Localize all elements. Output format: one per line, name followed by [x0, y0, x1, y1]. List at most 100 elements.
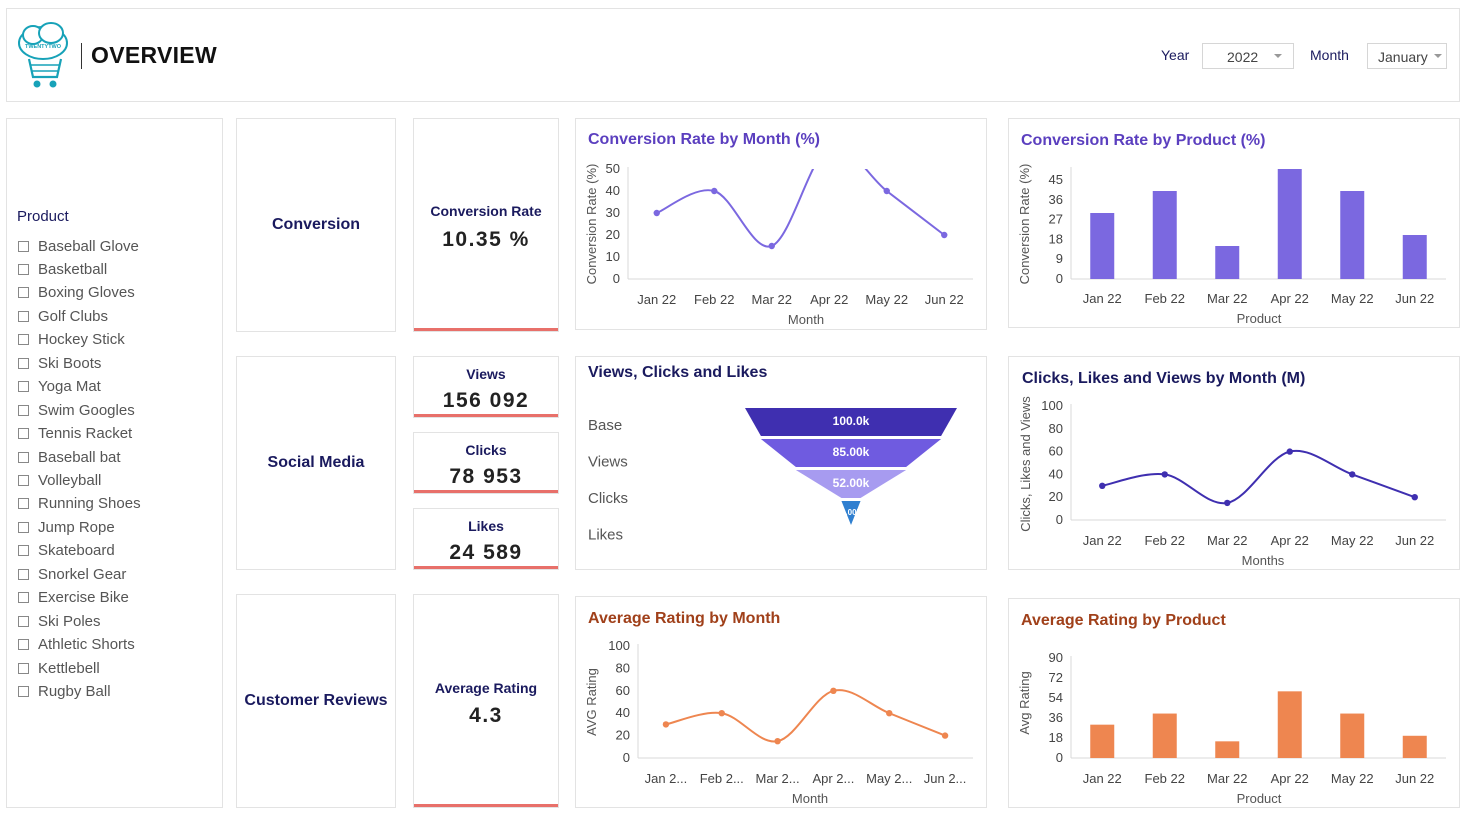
- slicer-item[interactable]: Jump Rope: [18, 517, 115, 537]
- checkbox[interactable]: [18, 404, 29, 416]
- slicer-item-label: Hockey Stick: [38, 331, 125, 349]
- slicer-item-label: Skateboard: [38, 542, 115, 560]
- x-tick-label: Jun 2...: [924, 771, 967, 786]
- checkbox[interactable]: [18, 662, 29, 674]
- x-tick-label: Jun 22: [925, 292, 964, 307]
- month-dropdown[interactable]: January: [1367, 43, 1447, 69]
- slicer-item[interactable]: Ski Poles: [18, 611, 101, 631]
- checkbox[interactable]: [18, 263, 29, 275]
- funnel-category-label: Likes: [588, 527, 623, 544]
- kpi-average-rating: Average Rating 4.3: [413, 594, 559, 808]
- checkbox[interactable]: [18, 240, 29, 252]
- year-dropdown[interactable]: 2022: [1202, 43, 1294, 69]
- slicer-item[interactable]: Tennis Racket: [18, 424, 132, 444]
- y-tick-label: 0: [623, 750, 630, 765]
- checkbox[interactable]: [18, 287, 29, 299]
- checkbox[interactable]: [18, 545, 29, 557]
- x-tick-label: Feb 2...: [700, 771, 744, 786]
- kpi-accent-bar: [414, 328, 558, 331]
- slicer-item-label: Golf Clubs: [38, 307, 109, 325]
- checkbox[interactable]: [18, 451, 29, 463]
- checkbox[interactable]: [18, 498, 29, 510]
- slicer-item[interactable]: Skateboard: [18, 541, 115, 561]
- y-axis-title: Conversion Rate (%): [1017, 164, 1032, 285]
- slicer-item[interactable]: Hockey Stick: [18, 330, 125, 350]
- checkbox[interactable]: [18, 381, 29, 393]
- page-title: OVERVIEW: [91, 42, 217, 68]
- bar: [1215, 246, 1240, 279]
- chart-svg: Base Views Clicks Likes 100.0k 85.00k 52.00k 9.…: [588, 408, 957, 544]
- slicer-item-label: Snorkel Gear: [38, 565, 127, 583]
- x-tick-label: Mar 2...: [756, 771, 800, 786]
- month-filter-label: Month: [1310, 47, 1349, 63]
- data-point: [653, 209, 660, 217]
- slicer-item-label: Tennis Racket: [38, 425, 133, 443]
- slicer-item[interactable]: Rugby Ball: [18, 682, 111, 702]
- checkbox[interactable]: [18, 428, 29, 440]
- checkbox[interactable]: [18, 475, 29, 486]
- slicer-item[interactable]: Running Shoes: [18, 494, 141, 514]
- slicer-item-label: Jump Rope: [38, 518, 115, 536]
- slicer-item-label: Rugby Ball: [38, 683, 111, 701]
- x-tick-label: Feb 22: [1145, 533, 1185, 548]
- y-tick-label: 80: [616, 660, 630, 675]
- y-axis-title: AVG Rating: [584, 668, 599, 736]
- x-tick-label: Jun 22: [1395, 533, 1434, 548]
- slicer-item[interactable]: Volleyball: [18, 471, 101, 491]
- chart-svg: 0 20 40 60 80 100 Jan 22 Feb 22 Mar 22 Apr 22 May …: [1018, 396, 1446, 568]
- x-tick-label: Jun 22: [1395, 291, 1434, 306]
- slicer-item[interactable]: Exercise Bike: [18, 588, 129, 608]
- kpi-value: 24 589: [449, 541, 523, 564]
- kpi-value: 4.3: [469, 704, 503, 727]
- x-tick-label: Apr 22: [1271, 771, 1309, 786]
- checkbox[interactable]: [18, 568, 29, 580]
- slicer-item[interactable]: Swim Googles: [18, 400, 135, 420]
- slicer-item[interactable]: Ski Boots: [18, 353, 101, 373]
- y-tick-label: 100: [1041, 398, 1063, 413]
- checkbox[interactable]: [18, 357, 29, 369]
- y-tick-label: 20: [606, 227, 620, 242]
- slicer-item-label: Athletic Shorts: [38, 636, 135, 654]
- x-tick-label: Apr 22: [810, 292, 848, 307]
- slicer-item[interactable]: Athletic Shorts: [18, 635, 135, 655]
- slicer-item[interactable]: Snorkel Gear: [18, 564, 126, 584]
- checkbox[interactable]: [18, 639, 29, 651]
- checkbox[interactable]: [18, 334, 29, 346]
- chart-svg: 0 18 36 54 72 90 Jan 22 Feb 22 Mar 22 Apr 22 May 2…: [1017, 650, 1446, 806]
- y-tick-label: 0: [613, 271, 620, 286]
- y-tick-label: 40: [1049, 466, 1063, 481]
- slicer-item[interactable]: Golf Clubs: [18, 306, 108, 326]
- slicer-item-label: Swim Googles: [38, 401, 135, 419]
- section-social-media: Social Media: [236, 356, 396, 570]
- logo-cart-icon: TWENTYTWO: [15, 21, 75, 91]
- x-axis-title: Month: [788, 312, 824, 327]
- kpi-accent-bar: [414, 490, 558, 493]
- y-tick-label: 45: [1049, 172, 1063, 187]
- slicer-item[interactable]: Baseball bat: [18, 447, 121, 467]
- checkbox[interactable]: [18, 310, 29, 322]
- chart-average-rating-by-month: Average Rating by Month 0 20 40 60 80 100 Jan …: [575, 596, 987, 808]
- series-line: [665, 689, 946, 743]
- data-point: [774, 738, 781, 745]
- slicer-item[interactable]: Basketball: [18, 259, 107, 279]
- checkbox[interactable]: [18, 686, 29, 698]
- slicer-item[interactable]: Kettlebell: [18, 658, 100, 678]
- checkbox[interactable]: [18, 615, 29, 627]
- y-tick-label: 0: [1056, 512, 1063, 527]
- x-tick-label: Jan 22: [1083, 291, 1122, 306]
- slicer-item-label: Ski Poles: [38, 612, 101, 630]
- x-tick-label: Jan 22: [1083, 771, 1122, 786]
- kpi-label: Clicks: [465, 442, 507, 458]
- slicer-item[interactable]: Boxing Gloves: [18, 283, 135, 303]
- y-axis-title: Avg Rating: [1017, 671, 1032, 734]
- y-tick-label: 40: [616, 705, 630, 720]
- chart-svg: 0 20 40 60 80 100 Jan 2... Feb 2... Mar 2... Apr …: [584, 638, 973, 806]
- kpi-label: Conversion Rate: [430, 203, 542, 219]
- slicer-item[interactable]: Baseball Glove: [18, 236, 139, 256]
- checkbox[interactable]: [18, 592, 29, 604]
- checkbox[interactable]: [18, 521, 29, 533]
- slicer-item[interactable]: Yoga Mat: [18, 377, 101, 397]
- funnel-data-label: 85.00k: [833, 445, 870, 459]
- data-point: [941, 231, 948, 239]
- x-tick-label: Feb 22: [694, 292, 734, 307]
